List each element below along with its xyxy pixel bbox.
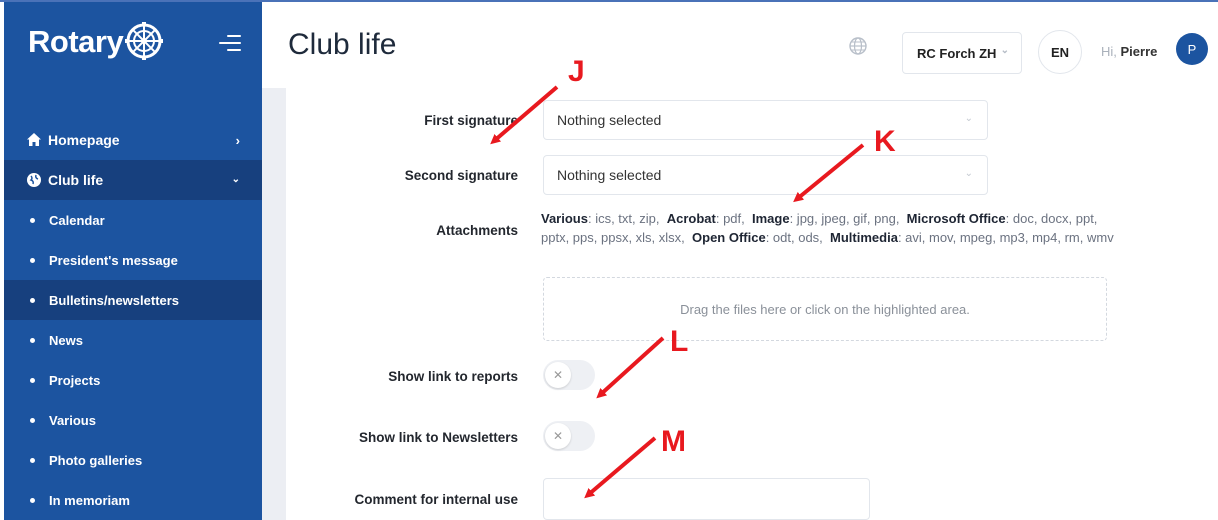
annotation-arrows	[490, 85, 865, 499]
annotation-arrow-j	[490, 85, 559, 145]
annotation-label-j: J	[568, 55, 585, 88]
annotation-label-k: K	[874, 125, 896, 158]
annotation-arrow-m	[584, 436, 657, 499]
annotation-label-l: L	[670, 325, 689, 358]
annotation-arrow-k	[793, 143, 865, 203]
annotation-arrow-l	[596, 336, 665, 399]
annotation-label-m: M	[661, 425, 686, 458]
